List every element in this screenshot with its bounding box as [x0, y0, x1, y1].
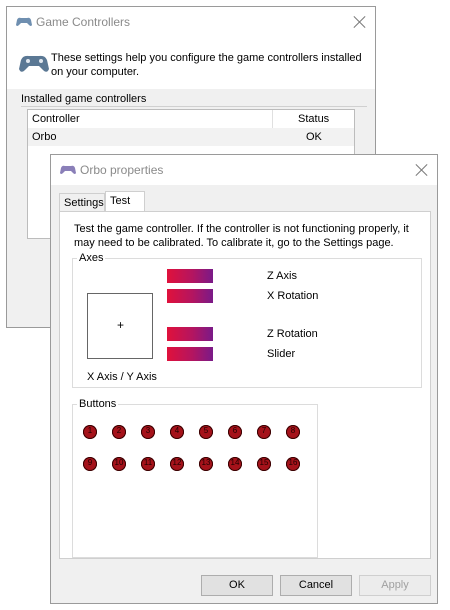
installed-controllers-label: Installed game controllers: [21, 93, 147, 105]
tab-test[interactable]: Test: [105, 191, 145, 212]
button-indicator: 13: [199, 457, 213, 471]
z-rotation-label: Z Rotation: [267, 328, 318, 340]
button-indicator: 6: [228, 425, 242, 439]
buttons-label: Buttons: [77, 398, 119, 410]
close-icon[interactable]: [415, 163, 429, 177]
button-indicator: 9: [83, 457, 97, 471]
column-header-status[interactable]: Status: [298, 113, 329, 125]
button-indicator: 14: [228, 457, 242, 471]
button-number: 1: [87, 426, 93, 435]
button-number: 3: [145, 426, 151, 435]
button-number: 10: [114, 458, 124, 467]
description-area: These settings help you configure the ga…: [7, 37, 375, 89]
game-controllers-titlebar[interactable]: Game Controllers: [7, 7, 375, 37]
button-number: 9: [87, 458, 93, 467]
button-indicator: 12: [170, 457, 184, 471]
window-title: Game Controllers: [36, 15, 131, 29]
button-number: 8: [290, 426, 296, 435]
list-header: Controller Status: [28, 110, 354, 129]
buttons-group: Buttons 1 2 3 4 5 6 7 8 9 10 11 12 13 14 15 16: [72, 398, 318, 558]
button-number: 4: [174, 426, 180, 435]
ok-button[interactable]: OK: [201, 575, 273, 596]
button-indicator: 8: [286, 425, 300, 439]
button-number: 15: [259, 458, 269, 467]
button-indicator: 16: [286, 457, 300, 471]
button-number: 2: [116, 426, 122, 435]
test-panel: Test the game controller. If the control…: [59, 211, 431, 559]
button-indicator: 1: [83, 425, 97, 439]
crosshair-icon: +: [117, 318, 125, 332]
x-rotation-bar: [167, 289, 213, 303]
button-indicator: 10: [112, 457, 126, 471]
button-indicator: 4: [170, 425, 184, 439]
z-axis-bar: [167, 269, 213, 283]
button-number: 6: [232, 426, 238, 435]
x-rotation-label: X Rotation: [267, 290, 319, 302]
button-indicator: 15: [257, 457, 271, 471]
test-description: Test the game controller. If the control…: [74, 223, 409, 249]
button-number: 12: [172, 458, 182, 467]
button-number: 16: [288, 458, 298, 467]
close-icon[interactable]: [353, 15, 367, 29]
list-item[interactable]: Orbo OK: [28, 128, 354, 146]
controller-name: Orbo: [32, 131, 57, 143]
axes-label: Axes: [77, 252, 106, 264]
gamepad-icon: [16, 17, 32, 26]
xy-axis-label: X Axis / Y Axis: [87, 371, 157, 383]
tab-settings[interactable]: Settings: [59, 193, 105, 211]
window-title: Orbo properties: [80, 163, 164, 177]
tab-strip: Settings Test: [59, 191, 429, 212]
properties-titlebar[interactable]: Orbo properties: [51, 155, 437, 185]
button-number: 11: [143, 458, 153, 467]
button-indicator: 5: [199, 425, 213, 439]
slider-label: Slider: [267, 348, 296, 360]
column-header-controller[interactable]: Controller: [32, 113, 80, 125]
gamepad-icon: [60, 165, 76, 174]
button-indicator: 3: [141, 425, 155, 439]
column-separator[interactable]: [272, 110, 273, 128]
button-number: 7: [261, 426, 267, 435]
axes-group: Axes + X Axis / Y Axis Z Axis X Rotation…: [72, 252, 422, 388]
controller-status: OK: [306, 131, 322, 143]
button-number: 5: [203, 426, 209, 435]
properties-window: Orbo properties Settings Test Test the g…: [50, 154, 438, 604]
button-indicator: 2: [112, 425, 126, 439]
apply-button[interactable]: Apply: [359, 575, 431, 596]
z-rotation-bar: [167, 327, 213, 341]
button-number: 13: [201, 458, 211, 467]
xy-axis-box: +: [87, 293, 153, 359]
group-divider: [21, 106, 367, 107]
slider-bar: [167, 347, 213, 361]
button-indicator: 7: [257, 425, 271, 439]
description-text: These settings help you configure the ga…: [51, 52, 362, 78]
gamepad-icon: [19, 55, 49, 72]
cancel-button[interactable]: Cancel: [280, 575, 352, 596]
button-number: 14: [230, 458, 240, 467]
button-indicator: 11: [141, 457, 155, 471]
z-axis-label: Z Axis: [267, 270, 297, 282]
